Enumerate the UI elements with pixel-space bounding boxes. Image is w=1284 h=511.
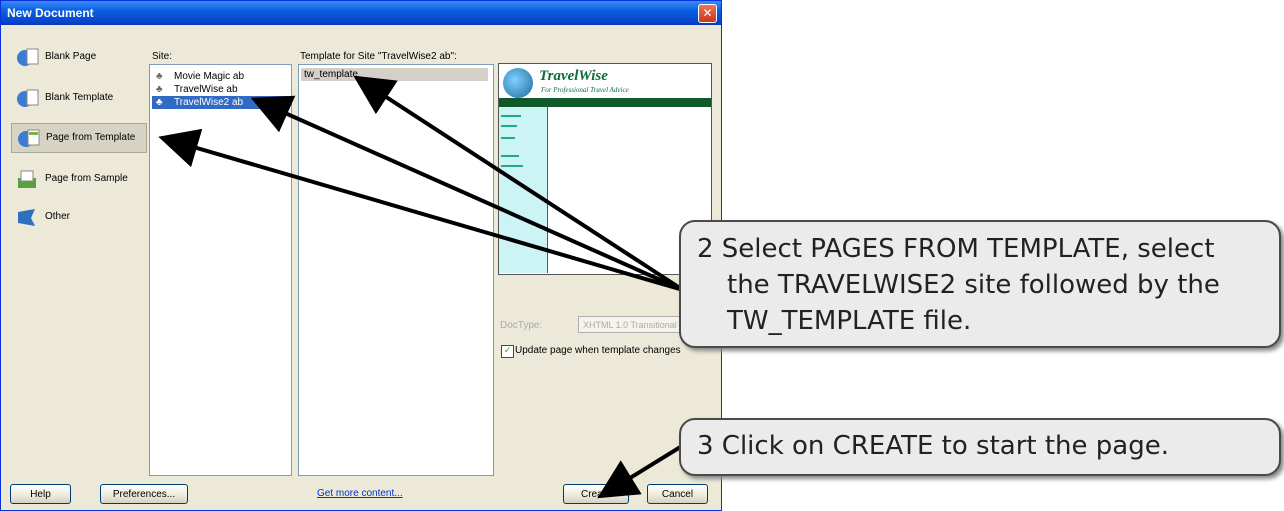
site-item-label: TravelWise ab <box>174 84 238 95</box>
category-label: Page from Template <box>46 132 136 143</box>
create-button[interactable]: Create <box>563 484 629 504</box>
category-label: Blank Template <box>45 92 114 103</box>
callout-step-3-line-1: 3 Click on CREATE to start the page. <box>697 431 1169 461</box>
update-page-checkbox[interactable]: ✓ <box>501 345 514 358</box>
page-from-template-icon <box>18 129 40 147</box>
cancel-button[interactable]: Cancel <box>647 484 708 504</box>
preview-brand: TravelWise <box>539 68 608 84</box>
doctype-value: XHTML 1.0 Transitional <box>583 320 677 330</box>
site-icon: ♣ <box>156 84 163 95</box>
callout-step-2: 2 Select PAGES FROM TEMPLATE, select the… <box>679 220 1281 348</box>
preview-nav-bar <box>499 98 711 107</box>
site-item-movie-magic[interactable]: ♣ Movie Magic ab <box>152 70 288 83</box>
preview-sidebar <box>499 107 548 273</box>
template-list[interactable]: tw_template <box>298 64 494 476</box>
page-from-sample-icon <box>18 170 36 188</box>
dialog-title: New Document <box>7 6 94 20</box>
callout-step-2-line-3: TW_TEMPLATE file. <box>727 306 972 336</box>
callout-step-2-line-1: 2 Select PAGES FROM TEMPLATE, select <box>697 234 1215 264</box>
site-icon: ♣ <box>156 97 163 108</box>
get-more-content-link[interactable]: Get more content... <box>317 488 403 499</box>
site-item-label: TravelWise2 ab <box>174 97 244 108</box>
template-item-tw-template[interactable]: tw_template <box>301 68 488 81</box>
site-item-label: Movie Magic ab <box>174 71 245 82</box>
blank-template-icon <box>17 89 39 107</box>
site-item-travelwise[interactable]: ♣ TravelWise ab <box>152 83 288 96</box>
help-button[interactable]: Help <box>10 484 71 504</box>
callout-step-2-line-2: the TRAVELWISE2 site followed by the <box>727 270 1220 300</box>
globe-logo-icon <box>503 68 533 98</box>
category-page-from-sample[interactable]: Page from Sample <box>11 165 145 193</box>
category-other[interactable]: Other <box>11 203 145 231</box>
category-blank-template[interactable]: Blank Template <box>11 84 145 112</box>
site-item-travelwise2[interactable]: ♣ TravelWise2 ab <box>152 96 288 109</box>
category-label: Page from Sample <box>45 173 128 184</box>
site-icon: ♣ <box>156 71 163 82</box>
update-page-label: Update page when template changes <box>515 345 681 356</box>
doctype-label: DocType: <box>500 320 543 331</box>
preferences-button[interactable]: Preferences... <box>100 484 188 504</box>
callout-step-3: 3 Click on CREATE to start the page. <box>679 418 1281 476</box>
template-label: Template for Site "TravelWise2 ab": <box>300 51 457 62</box>
preview-tagline: For Professional Travel Advice <box>541 86 629 94</box>
other-icon <box>18 209 35 226</box>
site-list[interactable]: ♣ Movie Magic ab ♣ TravelWise ab ♣ Trave… <box>149 64 292 476</box>
blank-page-icon <box>17 48 39 66</box>
site-label: Site: <box>152 51 173 62</box>
category-label: Blank Page <box>45 51 97 62</box>
category-label: Other <box>45 211 71 222</box>
title-bar[interactable]: New Document ✕ <box>1 1 721 25</box>
category-page-from-template[interactable]: Page from Template <box>11 123 147 153</box>
close-button[interactable]: ✕ <box>698 4 717 23</box>
new-document-dialog: New Document ✕ Blank Page Blank Template… <box>0 0 722 511</box>
category-blank-page[interactable]: Blank Page <box>11 43 145 71</box>
